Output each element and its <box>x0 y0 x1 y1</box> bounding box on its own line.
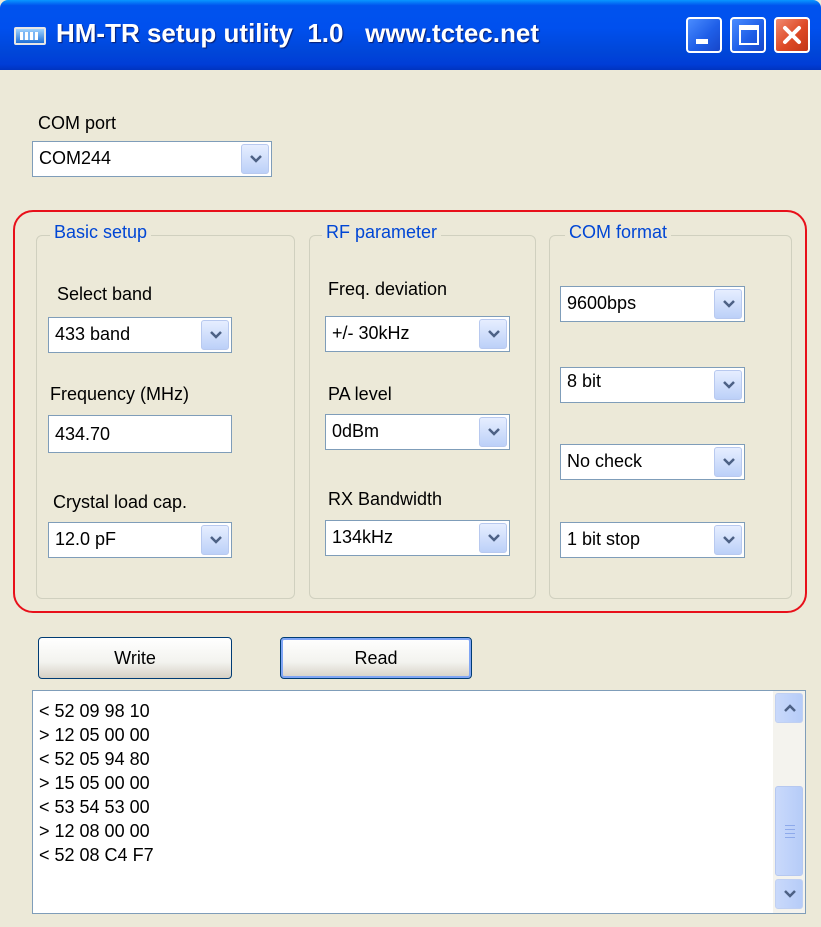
scroll-thumb[interactable] <box>775 786 803 876</box>
pa-level-dropdown-button[interactable] <box>479 417 507 447</box>
log-line: < 52 09 98 10 <box>39 701 150 721</box>
log-line: < 52 08 C4 F7 <box>39 845 154 865</box>
pa-level-label: PA level <box>328 384 392 404</box>
freq-deviation-value: +/- 30kHz <box>332 323 410 343</box>
rx-bandwidth-label: RX Bandwidth <box>328 489 443 509</box>
rf-parameter-title: RF parameter <box>322 222 442 243</box>
chevron-down-icon <box>210 536 222 544</box>
app-icon[interactable] <box>14 27 46 45</box>
log-scrollbar[interactable] <box>773 691 805 913</box>
parity-select[interactable]: No check <box>560 444 745 480</box>
select-band-label: Select band <box>57 284 153 304</box>
stop-bits-value: 1 bit stop <box>567 529 641 549</box>
stop-bits-select[interactable]: 1 bit stop <box>560 522 745 558</box>
chevron-down-icon <box>784 890 796 898</box>
baud-rate-value: 9600bps <box>567 293 637 313</box>
freq-deviation-label: Freq. deviation <box>328 279 448 299</box>
chevron-down-icon <box>250 155 262 163</box>
chevron-down-icon <box>723 300 735 308</box>
chevron-down-icon <box>723 536 735 544</box>
log-line: < 52 05 94 80 <box>39 749 150 769</box>
grip-line <box>785 837 795 838</box>
chevron-up-icon <box>784 704 796 712</box>
minimize-icon <box>696 39 708 44</box>
grip-line <box>785 825 795 826</box>
chevron-down-icon <box>488 428 500 436</box>
rx-bandwidth-value: 134kHz <box>332 527 394 547</box>
grip-line <box>785 829 795 830</box>
minimize-button[interactable] <box>686 17 722 53</box>
pa-level-value: 0dBm <box>332 421 380 441</box>
chevron-down-icon <box>210 331 222 339</box>
band-value: 433 band <box>55 324 131 344</box>
title-bar[interactable]: HM-TR setup utility 1.0 www.tctec.net <box>0 0 821 70</box>
parity-value: No check <box>567 451 643 471</box>
scroll-down-button[interactable] <box>775 879 803 909</box>
data-bits-select[interactable]: 8 bit <box>560 367 745 403</box>
log-line: > 15 05 00 00 <box>39 773 150 793</box>
band-select[interactable]: 433 band <box>48 317 232 353</box>
chevron-down-icon <box>488 534 500 542</box>
crystal-load-select[interactable]: 12.0 pF <box>48 522 232 558</box>
frequency-value: 434.70 <box>55 424 111 444</box>
read-button[interactable]: Read <box>280 637 472 679</box>
log-line: > 12 05 00 00 <box>39 725 150 745</box>
window-title: HM-TR setup utility 1.0 www.tctec.net <box>56 18 539 48</box>
rx-bandwidth-select[interactable]: 134kHz <box>325 520 510 556</box>
chevron-down-icon <box>723 458 735 466</box>
data-bits-value: 8 bit <box>567 371 602 391</box>
crystal-load-value: 12.0 pF <box>55 529 117 549</box>
close-icon <box>783 26 801 44</box>
maximize-icon <box>739 25 759 45</box>
com-format-title: COM format <box>565 222 672 243</box>
parity-dropdown-button[interactable] <box>714 447 742 477</box>
basic-setup-title: Basic setup <box>50 222 152 243</box>
pa-level-select[interactable]: 0dBm <box>325 414 510 450</box>
frequency-label: Frequency (MHz) <box>50 384 190 404</box>
write-button[interactable]: Write <box>38 637 232 679</box>
baud-rate-dropdown-button[interactable] <box>714 289 742 319</box>
com-port-dropdown-button[interactable] <box>241 144 269 174</box>
com-port-value: COM244 <box>39 148 112 168</box>
com-port-select[interactable]: COM244 <box>32 141 272 177</box>
crystal-load-label: Crystal load cap. <box>53 492 188 512</box>
chevron-down-icon <box>723 381 735 389</box>
freq-deviation-select[interactable]: +/- 30kHz <box>325 316 510 352</box>
com-port-label: COM port <box>38 113 117 133</box>
baud-rate-select[interactable]: 9600bps <box>560 286 745 322</box>
scroll-up-button[interactable] <box>775 693 803 723</box>
stop-bits-dropdown-button[interactable] <box>714 525 742 555</box>
close-button[interactable] <box>774 17 810 53</box>
log-output[interactable]: < 52 09 98 10 > 12 05 00 00 < 52 05 94 8… <box>32 690 806 914</box>
freq-deviation-dropdown-button[interactable] <box>479 319 507 349</box>
grip-line <box>785 833 795 834</box>
chevron-down-icon <box>488 330 500 338</box>
log-line: > 12 08 00 00 <box>39 821 150 841</box>
log-line: < 53 54 53 00 <box>39 797 150 817</box>
data-bits-dropdown-button[interactable] <box>714 370 742 400</box>
band-dropdown-button[interactable] <box>201 320 229 350</box>
maximize-button[interactable] <box>730 17 766 53</box>
crystal-load-dropdown-button[interactable] <box>201 525 229 555</box>
frequency-input[interactable]: 434.70 <box>48 415 232 453</box>
rx-bandwidth-dropdown-button[interactable] <box>479 523 507 553</box>
